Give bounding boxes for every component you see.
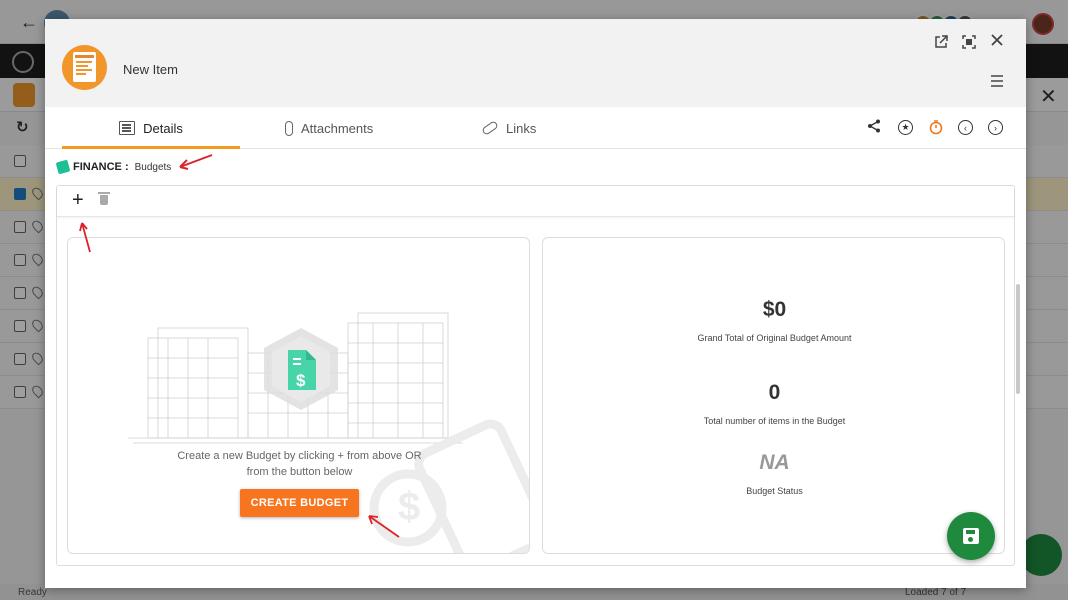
budget-panel: + $ $ Create a new Budget by clicking + … [56, 185, 1015, 566]
breadcrumb: FINANCE : Budgets [55, 159, 172, 175]
breadcrumb-subsection[interactable]: Budgets [135, 162, 172, 173]
annotation-arrow-breadcrumb [179, 154, 213, 170]
save-disk-icon [963, 528, 979, 544]
paperclip-icon [285, 120, 293, 136]
tab-links[interactable]: Links [481, 107, 537, 149]
item-count-value: 0 [768, 381, 781, 404]
save-button[interactable] [947, 512, 995, 560]
finance-icon [55, 159, 71, 175]
create-budget-button[interactable]: CREATE BUDGET [240, 489, 359, 517]
chevron-left-icon[interactable]: ‹ [958, 120, 973, 135]
add-budget-button[interactable]: + [72, 189, 84, 212]
budget-toolbar: + [57, 186, 1014, 217]
document-icon [119, 121, 136, 135]
item-type-logo [62, 45, 107, 90]
modal-header: New Item [45, 19, 1026, 107]
grand-total-value: $0 [762, 298, 787, 321]
grand-total-label: Grand Total of Original Budget Amount [697, 333, 852, 343]
empty-state-line1: Create a new Budget by clicking + from a… [177, 450, 422, 462]
tab-details[interactable]: Details [62, 107, 240, 149]
close-icon[interactable] [990, 33, 1004, 51]
tab-attachments[interactable]: Attachments [285, 107, 373, 149]
hamburger-menu-icon[interactable] [990, 74, 1004, 91]
share-icon[interactable] [867, 119, 881, 138]
budget-status-value: NA [759, 451, 790, 474]
link-icon [481, 120, 499, 136]
modal-title: New Item [123, 62, 178, 77]
timer-icon[interactable] [928, 119, 944, 140]
breadcrumb-section: FINANCE : [73, 161, 129, 173]
scrollbar[interactable] [1016, 284, 1020, 394]
budget-summary-card: $0 Grand Total of Original Budget Amount… [542, 237, 1005, 554]
empty-state-line2: from the button below [246, 466, 353, 478]
maximize-icon[interactable] [962, 35, 976, 53]
budget-status-label: Budget Status [746, 486, 803, 496]
tab-label: Attachments [301, 120, 374, 136]
item-count-label: Total number of items in the Budget [703, 416, 846, 426]
annotation-arrow-plus [79, 222, 91, 253]
budget-document-icon: $ [264, 328, 338, 410]
external-link-icon[interactable] [934, 35, 948, 53]
tab-label: Details [143, 120, 183, 136]
delete-icon[interactable] [98, 192, 110, 205]
empty-state-card: $ $ Create a new Budget by clicking + fr… [67, 237, 530, 554]
new-item-modal: New Item Details Attachments Links ★ ‹ ›… [45, 19, 1026, 588]
tab-label: Links [506, 120, 537, 136]
star-icon[interactable]: ★ [898, 120, 913, 135]
chevron-right-icon[interactable]: › [988, 120, 1003, 135]
svg-text:$: $ [296, 371, 306, 390]
annotation-arrow-create [368, 515, 400, 538]
